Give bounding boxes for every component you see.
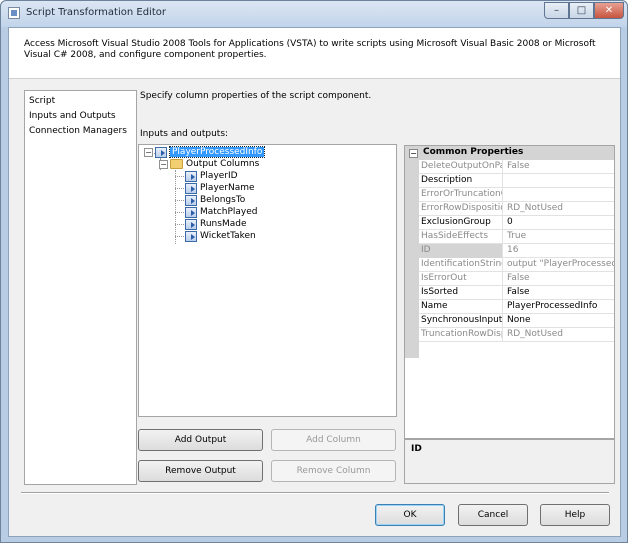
- property-name: ExclusionGroup: [419, 216, 503, 230]
- tree-line: [175, 188, 184, 189]
- expand-root-icon[interactable]: −: [144, 148, 153, 157]
- property-value[interactable]: 0: [505, 216, 614, 230]
- cancel-button[interactable]: Cancel: [458, 504, 528, 526]
- close-button[interactable]: ✕: [594, 2, 624, 19]
- column-icon: [185, 183, 197, 194]
- remove-output-button[interactable]: Remove Output: [138, 460, 263, 482]
- help-button[interactable]: Help: [540, 504, 610, 526]
- property-name: HasSideEffects: [419, 230, 503, 244]
- column-icon: [185, 195, 197, 206]
- tree-line: [175, 236, 184, 237]
- property-value[interactable]: PlayerProcessedInfo: [505, 300, 614, 314]
- property-row[interactable]: Description: [419, 174, 614, 188]
- property-row[interactable]: IsSorted False: [419, 286, 614, 300]
- property-value[interactable]: RD_NotUsed: [505, 202, 614, 216]
- property-value[interactable]: False: [505, 272, 614, 286]
- header-band: Access Microsoft Visual Studio 2008 Tool…: [9, 28, 620, 79]
- property-name: SynchronousInputID: [419, 314, 503, 328]
- property-name: ErrorOrTruncationO: [419, 188, 503, 202]
- nav-item-script[interactable]: Script: [29, 96, 55, 106]
- header-description: Access Microsoft Visual Studio 2008 Tool…: [24, 39, 596, 60]
- app-icon: [8, 7, 20, 19]
- window-title: Script Transformation Editor: [26, 7, 166, 18]
- dialog-window: Script Transformation Editor – □ ✕ Acces…: [0, 0, 628, 543]
- column-icon: [185, 231, 197, 242]
- property-name: TruncationRowDispo: [419, 328, 503, 342]
- property-row[interactable]: ID 16: [419, 244, 614, 258]
- property-row[interactable]: TruncationRowDispo RD_NotUsed: [419, 328, 614, 342]
- property-row[interactable]: ExclusionGroup 0: [419, 216, 614, 230]
- property-value[interactable]: 16: [505, 244, 614, 258]
- collapse-icon[interactable]: −: [409, 149, 418, 158]
- tree-node-column[interactable]: PlayerID: [200, 171, 238, 181]
- instruction-text: Specify column properties of the script …: [140, 91, 372, 101]
- expand-folder-icon[interactable]: −: [159, 160, 168, 169]
- property-row[interactable]: SynchronousInputID None: [419, 314, 614, 328]
- column-icon: [185, 219, 197, 230]
- property-name: IdentificationString: [419, 258, 503, 272]
- property-row[interactable]: DeleteOutputOnPatl False: [419, 160, 614, 174]
- property-value[interactable]: False: [505, 160, 614, 174]
- property-name: DeleteOutputOnPatl: [419, 160, 503, 174]
- tree-node-output[interactable]: PlayerProcessedInfo: [168, 146, 266, 158]
- properties-category-title: Common Properties: [423, 147, 524, 157]
- property-row[interactable]: ErrorRowDisposition RD_NotUsed: [419, 202, 614, 216]
- dialog-client: Access Microsoft Visual Studio 2008 Tool…: [8, 27, 621, 537]
- property-row[interactable]: Name PlayerProcessedInfo: [419, 300, 614, 314]
- property-name: ID: [419, 244, 503, 258]
- tree-line: [175, 176, 184, 177]
- nav-list: Script Inputs and Outputs Connection Man…: [24, 90, 137, 485]
- property-description-box: ID: [404, 439, 615, 484]
- property-value[interactable]: None: [505, 314, 614, 328]
- tree-node-output-columns[interactable]: Output Columns: [186, 159, 259, 169]
- nav-item-inputs-outputs[interactable]: Inputs and Outputs: [29, 111, 116, 121]
- column-icon: [185, 207, 197, 218]
- nav-item-connection-managers[interactable]: Connection Managers: [29, 126, 127, 136]
- tree-node-column[interactable]: MatchPlayed: [200, 207, 257, 217]
- tree-line: [175, 170, 176, 244]
- remove-column-button[interactable]: Remove Column: [271, 460, 396, 482]
- add-column-button[interactable]: Add Column: [271, 429, 396, 451]
- property-value[interactable]: [505, 174, 614, 188]
- tree-line: [175, 200, 184, 201]
- properties-category-header[interactable]: − Common Properties: [405, 146, 614, 160]
- property-row[interactable]: HasSideEffects True: [419, 230, 614, 244]
- properties-gutter: [405, 160, 419, 358]
- tree-node-column[interactable]: WicketTaken: [200, 231, 256, 241]
- tree-line: [175, 224, 184, 225]
- output-icon: [155, 147, 167, 158]
- add-output-button[interactable]: Add Output: [138, 429, 263, 451]
- inputs-outputs-tree: − PlayerProcessedInfo − Output Columns P…: [138, 144, 397, 417]
- property-name: ErrorRowDisposition: [419, 202, 503, 216]
- property-value[interactable]: output "PlayerProcessedInf: [505, 258, 614, 272]
- maximize-button[interactable]: □: [569, 2, 594, 19]
- property-value[interactable]: RD_NotUsed: [505, 328, 614, 342]
- properties-grid: − Common Properties DeleteOutputOnPatl Fa…: [404, 145, 615, 439]
- property-row[interactable]: IdentificationString output "PlayerProces…: [419, 258, 614, 272]
- separator: [21, 492, 609, 494]
- property-row[interactable]: IsErrorOut False: [419, 272, 614, 286]
- property-description-title: ID: [411, 444, 422, 454]
- property-name: IsErrorOut: [419, 272, 503, 286]
- property-name: Description: [419, 174, 503, 188]
- ok-button[interactable]: OK: [375, 504, 445, 526]
- folder-icon: [170, 159, 183, 169]
- property-value[interactable]: True: [505, 230, 614, 244]
- property-name: IsSorted: [419, 286, 503, 300]
- column-icon: [185, 171, 197, 182]
- tree-node-column[interactable]: RunsMade: [200, 219, 246, 229]
- tree-node-column[interactable]: BelongsTo: [200, 195, 245, 205]
- inputs-outputs-label: Inputs and outputs:: [140, 129, 229, 139]
- tree-line: [175, 212, 184, 213]
- property-value[interactable]: [505, 188, 614, 202]
- minimize-button[interactable]: –: [544, 2, 569, 19]
- tree-node-column[interactable]: PlayerName: [200, 183, 255, 193]
- property-value[interactable]: False: [505, 286, 614, 300]
- title-bar[interactable]: Script Transformation Editor – □ ✕: [1, 1, 627, 27]
- property-name: Name: [419, 300, 503, 314]
- property-row[interactable]: ErrorOrTruncationO: [419, 188, 614, 202]
